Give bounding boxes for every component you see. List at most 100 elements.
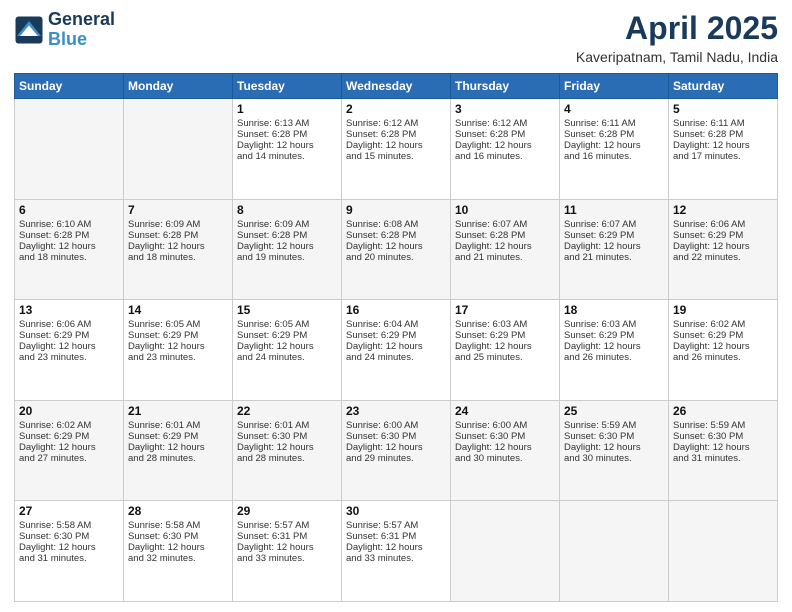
day-info: Daylight: 12 hours xyxy=(128,542,228,553)
day-number: 13 xyxy=(19,303,119,317)
day-info: Daylight: 12 hours xyxy=(237,140,337,151)
logo-text: General Blue xyxy=(48,10,115,50)
day-info: Daylight: 12 hours xyxy=(128,241,228,252)
calendar-cell: 8Sunrise: 6:09 AMSunset: 6:28 PMDaylight… xyxy=(233,199,342,300)
calendar-week-3: 13Sunrise: 6:06 AMSunset: 6:29 PMDayligh… xyxy=(15,300,778,401)
calendar-cell: 13Sunrise: 6:06 AMSunset: 6:29 PMDayligh… xyxy=(15,300,124,401)
day-number: 29 xyxy=(237,504,337,518)
calendar-cell: 21Sunrise: 6:01 AMSunset: 6:29 PMDayligh… xyxy=(124,400,233,501)
day-info: Sunset: 6:29 PM xyxy=(673,330,773,341)
day-info: and 30 minutes. xyxy=(455,453,555,464)
day-info: Sunset: 6:28 PM xyxy=(346,129,446,140)
day-info: and 24 minutes. xyxy=(237,352,337,363)
day-info: Sunrise: 6:12 AM xyxy=(455,118,555,129)
calendar-cell: 9Sunrise: 6:08 AMSunset: 6:28 PMDaylight… xyxy=(342,199,451,300)
calendar-cell: 15Sunrise: 6:05 AMSunset: 6:29 PMDayligh… xyxy=(233,300,342,401)
header-cell-wednesday: Wednesday xyxy=(342,74,451,99)
day-info: and 31 minutes. xyxy=(673,453,773,464)
calendar-cell: 25Sunrise: 5:59 AMSunset: 6:30 PMDayligh… xyxy=(560,400,669,501)
day-info: and 26 minutes. xyxy=(673,352,773,363)
day-number: 18 xyxy=(564,303,664,317)
calendar-cell: 11Sunrise: 6:07 AMSunset: 6:29 PMDayligh… xyxy=(560,199,669,300)
day-info: Sunrise: 6:01 AM xyxy=(237,420,337,431)
calendar-week-5: 27Sunrise: 5:58 AMSunset: 6:30 PMDayligh… xyxy=(15,501,778,602)
day-info: Daylight: 12 hours xyxy=(673,341,773,352)
day-number: 12 xyxy=(673,203,773,217)
day-number: 30 xyxy=(346,504,446,518)
day-info: and 23 minutes. xyxy=(128,352,228,363)
day-info: Sunrise: 6:01 AM xyxy=(128,420,228,431)
day-number: 3 xyxy=(455,102,555,116)
day-number: 27 xyxy=(19,504,119,518)
day-info: Sunrise: 5:59 AM xyxy=(564,420,664,431)
logo-icon xyxy=(14,15,44,45)
day-info: Daylight: 12 hours xyxy=(564,341,664,352)
calendar-week-2: 6Sunrise: 6:10 AMSunset: 6:28 PMDaylight… xyxy=(15,199,778,300)
day-number: 16 xyxy=(346,303,446,317)
day-info: Sunrise: 6:10 AM xyxy=(19,219,119,230)
header-cell-saturday: Saturday xyxy=(669,74,778,99)
day-info: Sunrise: 5:58 AM xyxy=(19,520,119,531)
calendar-cell: 3Sunrise: 6:12 AMSunset: 6:28 PMDaylight… xyxy=(451,99,560,200)
day-info: Sunset: 6:29 PM xyxy=(19,431,119,442)
day-info: Daylight: 12 hours xyxy=(128,442,228,453)
day-number: 6 xyxy=(19,203,119,217)
day-info: Sunrise: 6:11 AM xyxy=(673,118,773,129)
day-info: Daylight: 12 hours xyxy=(346,241,446,252)
day-info: and 20 minutes. xyxy=(346,252,446,263)
day-info: and 21 minutes. xyxy=(564,252,664,263)
calendar-body: 1Sunrise: 6:13 AMSunset: 6:28 PMDaylight… xyxy=(15,99,778,602)
calendar-cell: 22Sunrise: 6:01 AMSunset: 6:30 PMDayligh… xyxy=(233,400,342,501)
day-info: Sunset: 6:28 PM xyxy=(455,230,555,241)
day-info: Sunset: 6:28 PM xyxy=(128,230,228,241)
day-info: Sunrise: 6:11 AM xyxy=(564,118,664,129)
day-info: and 26 minutes. xyxy=(564,352,664,363)
subtitle: Kaveripatnam, Tamil Nadu, India xyxy=(576,49,778,65)
day-info: Sunrise: 5:57 AM xyxy=(237,520,337,531)
day-info: and 22 minutes. xyxy=(673,252,773,263)
day-info: and 16 minutes. xyxy=(564,151,664,162)
day-info: and 28 minutes. xyxy=(237,453,337,464)
day-info: Sunset: 6:29 PM xyxy=(237,330,337,341)
calendar-cell: 29Sunrise: 5:57 AMSunset: 6:31 PMDayligh… xyxy=(233,501,342,602)
header: General Blue April 2025 Kaveripatnam, Ta… xyxy=(14,10,778,65)
day-info: Sunset: 6:31 PM xyxy=(346,531,446,542)
day-info: Daylight: 12 hours xyxy=(564,442,664,453)
calendar-cell: 1Sunrise: 6:13 AMSunset: 6:28 PMDaylight… xyxy=(233,99,342,200)
header-cell-thursday: Thursday xyxy=(451,74,560,99)
day-info: Sunset: 6:29 PM xyxy=(346,330,446,341)
day-info: Sunrise: 6:07 AM xyxy=(564,219,664,230)
calendar-cell: 20Sunrise: 6:02 AMSunset: 6:29 PMDayligh… xyxy=(15,400,124,501)
day-info: Daylight: 12 hours xyxy=(673,442,773,453)
day-number: 26 xyxy=(673,404,773,418)
calendar-cell: 26Sunrise: 5:59 AMSunset: 6:30 PMDayligh… xyxy=(669,400,778,501)
day-info: and 17 minutes. xyxy=(673,151,773,162)
calendar-header: SundayMondayTuesdayWednesdayThursdayFrid… xyxy=(15,74,778,99)
day-number: 25 xyxy=(564,404,664,418)
day-info: and 16 minutes. xyxy=(455,151,555,162)
day-number: 28 xyxy=(128,504,228,518)
day-info: Sunset: 6:30 PM xyxy=(455,431,555,442)
day-info: Sunset: 6:30 PM xyxy=(128,531,228,542)
calendar-cell: 5Sunrise: 6:11 AMSunset: 6:28 PMDaylight… xyxy=(669,99,778,200)
day-number: 21 xyxy=(128,404,228,418)
day-info: Daylight: 12 hours xyxy=(19,241,119,252)
day-info: Sunrise: 6:04 AM xyxy=(346,319,446,330)
day-info: Daylight: 12 hours xyxy=(455,341,555,352)
day-info: Sunrise: 6:03 AM xyxy=(564,319,664,330)
calendar-cell xyxy=(669,501,778,602)
day-info: Sunset: 6:30 PM xyxy=(237,431,337,442)
day-info: Sunset: 6:29 PM xyxy=(19,330,119,341)
day-number: 9 xyxy=(346,203,446,217)
calendar-week-1: 1Sunrise: 6:13 AMSunset: 6:28 PMDaylight… xyxy=(15,99,778,200)
calendar-cell: 12Sunrise: 6:06 AMSunset: 6:29 PMDayligh… xyxy=(669,199,778,300)
calendar-cell: 6Sunrise: 6:10 AMSunset: 6:28 PMDaylight… xyxy=(15,199,124,300)
day-info: and 27 minutes. xyxy=(19,453,119,464)
day-info: Daylight: 12 hours xyxy=(455,241,555,252)
day-info: Sunset: 6:30 PM xyxy=(346,431,446,442)
day-number: 7 xyxy=(128,203,228,217)
day-info: Sunset: 6:28 PM xyxy=(237,230,337,241)
day-number: 24 xyxy=(455,404,555,418)
day-info: Sunrise: 5:57 AM xyxy=(346,520,446,531)
day-info: Sunrise: 5:58 AM xyxy=(128,520,228,531)
